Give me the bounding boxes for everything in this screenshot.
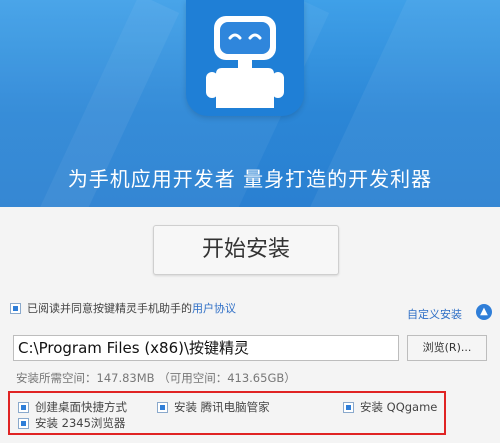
option-qqgame[interactable]: 安装 QQgame [343, 399, 437, 415]
agreement-checkbox[interactable] [10, 302, 21, 314]
option-label: 安装 2345浏览器 [35, 416, 126, 430]
start-install-button[interactable]: 开始安装 [153, 225, 339, 275]
option-label: 安装 QQgame [360, 400, 438, 414]
option-label: 安装 腾讯电脑管家 [174, 400, 270, 414]
tagline: 为手机应用开发者 量身打造的开发利器 [67, 167, 433, 191]
option-tencent-manager[interactable]: 安装 腾讯电脑管家 [157, 399, 270, 415]
agreement-row: 已阅读并同意按键精灵手机助手的 用户协议 [10, 300, 236, 316]
option-label: 创建桌面快捷方式 [35, 400, 127, 414]
disk-space-info: 安装所需空间：147.83MB （可用空间：413.65GB） [16, 371, 296, 385]
user-agreement-link[interactable]: 用户协议 [192, 300, 236, 316]
custom-install-link[interactable]: 自定义安装 [407, 306, 462, 322]
install-path-input[interactable]: C:\Program Files (x86)\按键精灵 [13, 335, 399, 361]
option-2345-browser[interactable]: 安装 2345浏览器 [18, 415, 125, 431]
browse-button[interactable]: 浏览(R)... [407, 335, 487, 361]
option-checkbox[interactable] [18, 401, 29, 413]
hero-banner: 为手机应用开发者 量身打造的开发利器 [0, 0, 500, 207]
robot-icon [206, 16, 284, 108]
option-checkbox[interactable] [343, 401, 354, 413]
agreement-text: 已阅读并同意按键精灵手机助手的 [27, 302, 192, 315]
option-checkbox[interactable] [18, 417, 29, 429]
option-checkbox[interactable] [157, 401, 168, 413]
app-logo [186, 0, 304, 116]
option-desktop-shortcut[interactable]: 创建桌面快捷方式 [18, 399, 127, 415]
collapse-icon[interactable]: ▲ [476, 304, 492, 320]
